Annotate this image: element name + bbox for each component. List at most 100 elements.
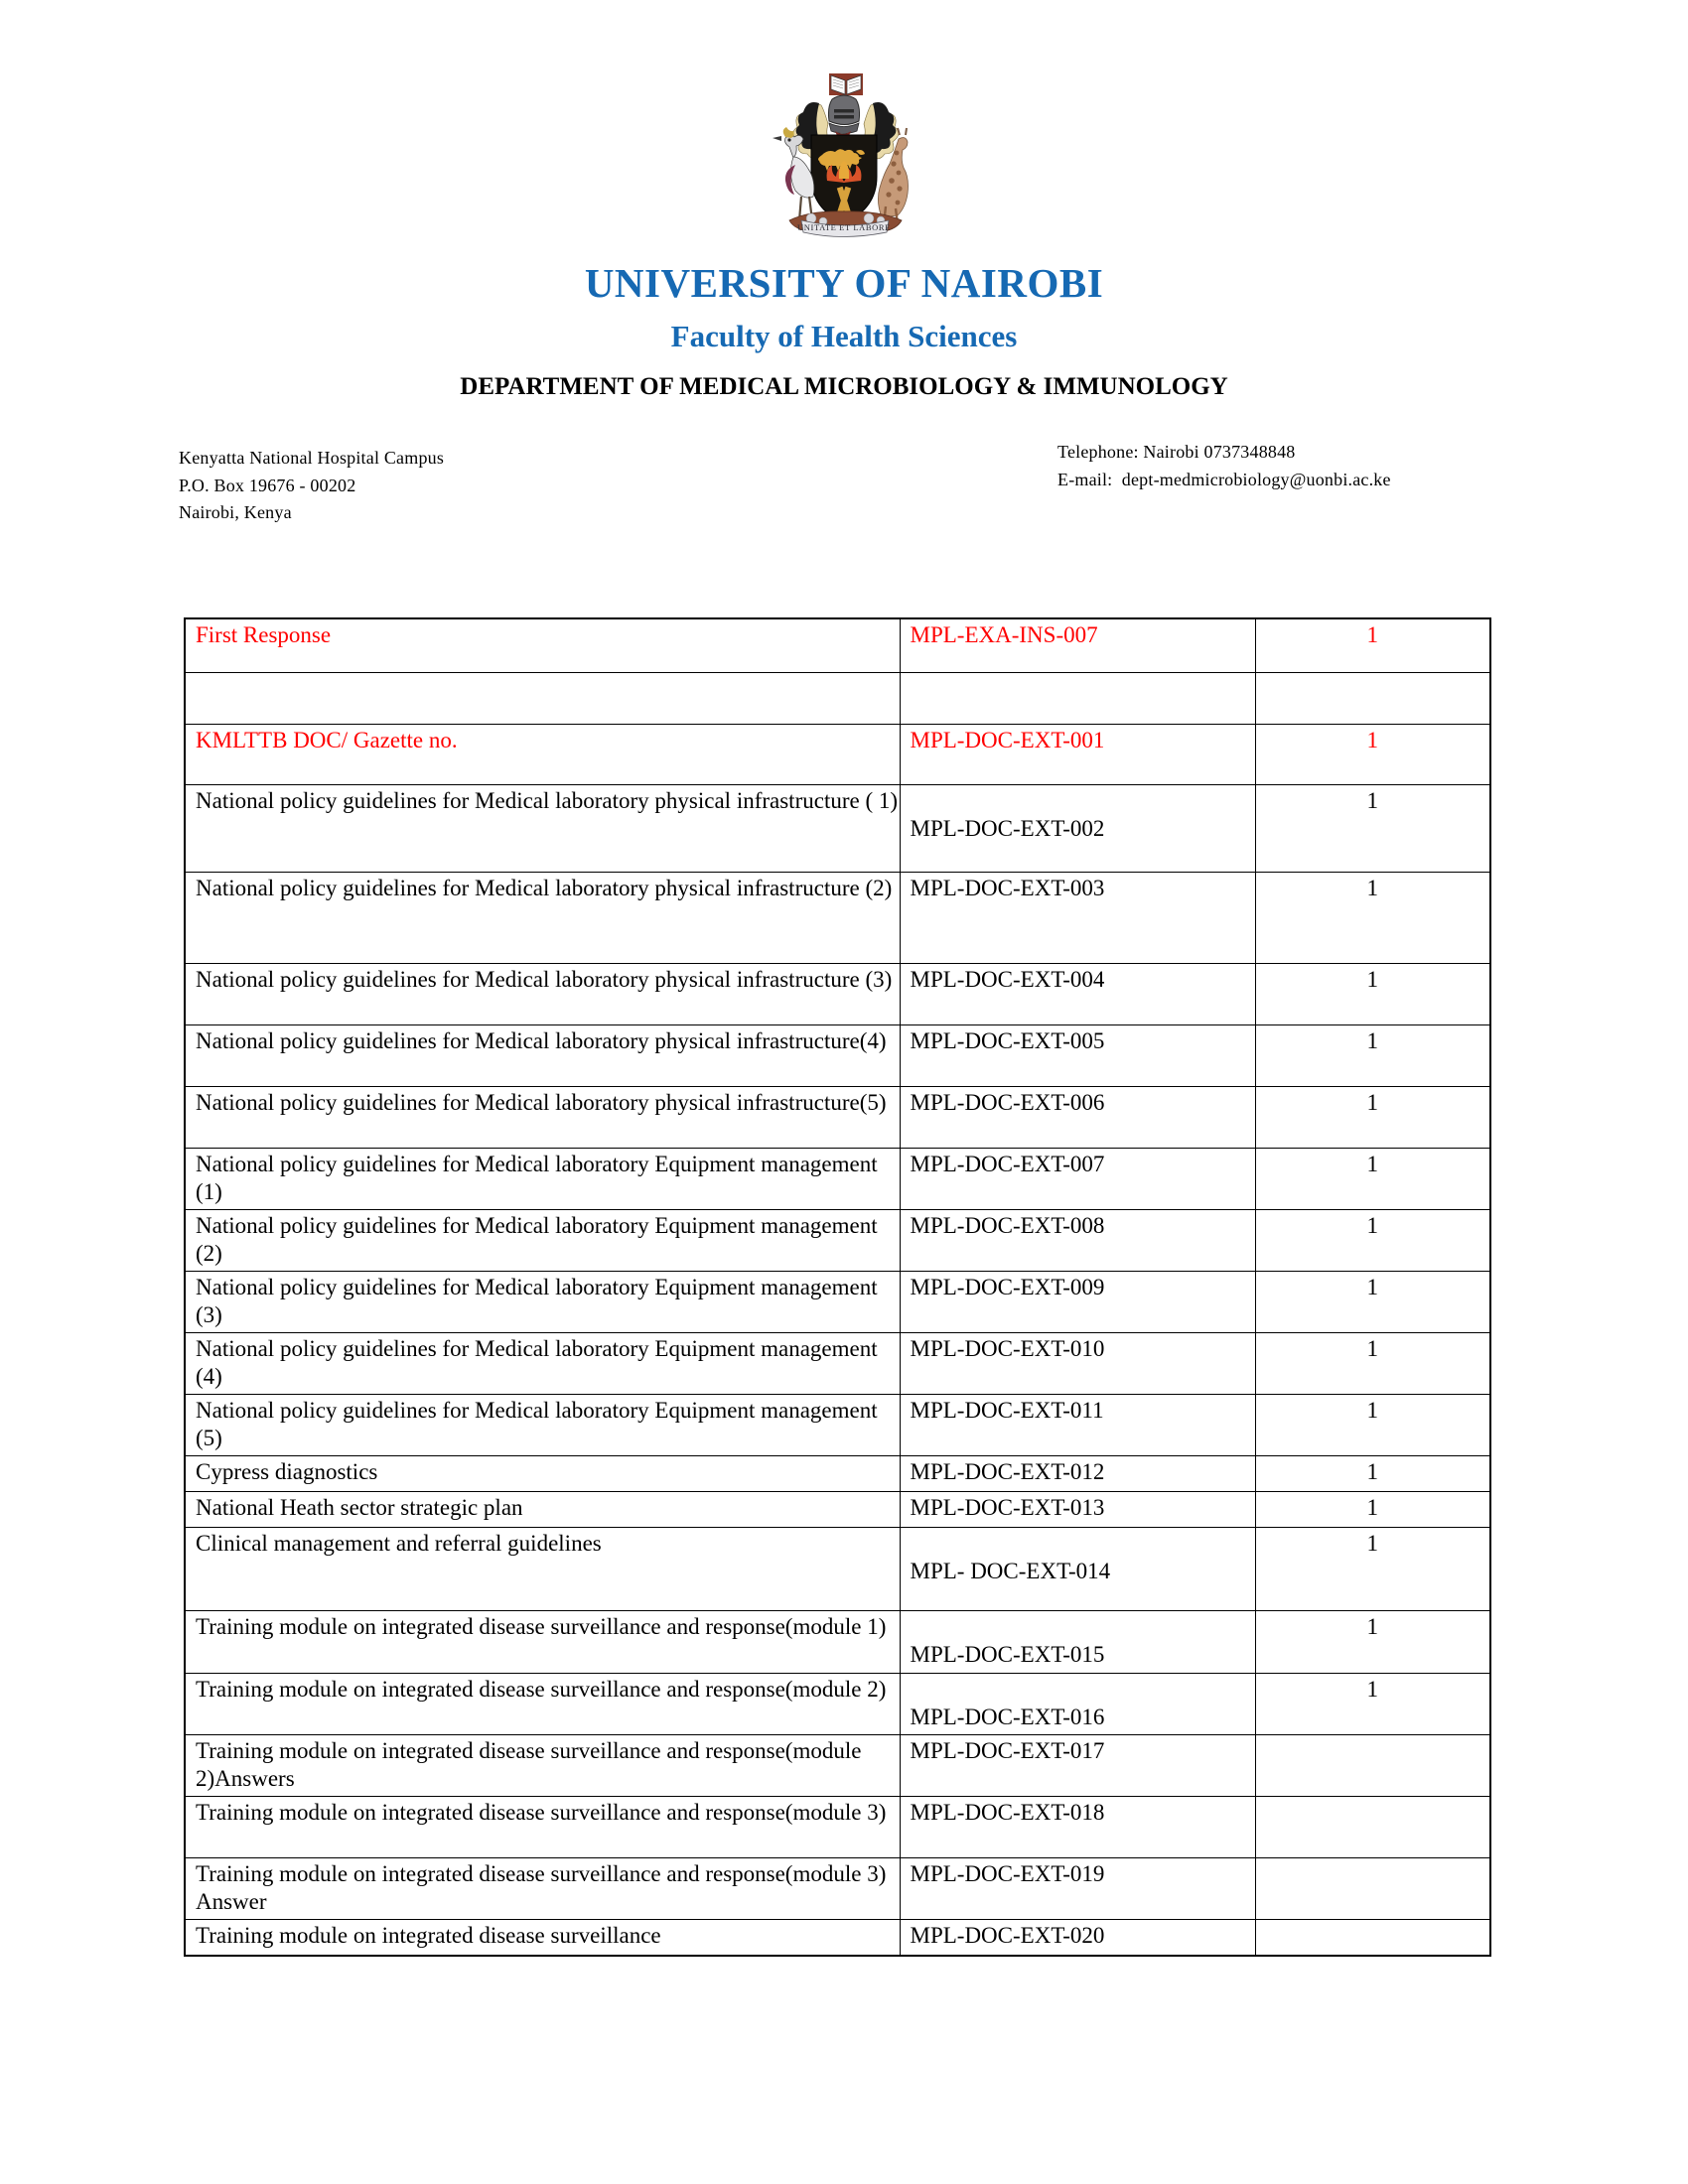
table-row: National policy guidelines for Medical l… xyxy=(184,1024,1491,1087)
document-code-cell: MPL-DOC-EXT-019 xyxy=(899,1856,1256,1920)
document-register-table-container: First Response MPL-EXA-INS-007 1 KMLTTB DOC… xyxy=(184,617,1491,1957)
document-code-text: MPL-DOC-EXT-015 xyxy=(910,1642,1105,1668)
document-title-cell: National policy guidelines for Medical l… xyxy=(184,1209,901,1273)
document-code-cell: MPL-EXA-INS-007 xyxy=(899,617,1256,673)
document-code-cell: MPL-DOC-EXT-017 xyxy=(899,1733,1256,1797)
table-row: National policy guidelines for Medical l… xyxy=(184,784,1491,873)
quantity-cell xyxy=(1254,1795,1491,1858)
document-code-cell: MPL-DOC-EXT-013 xyxy=(899,1491,1256,1529)
document-code-cell: MPL-DOC-EXT-018 xyxy=(899,1795,1256,1858)
document-code-text: MPL- DOC-EXT-014 xyxy=(910,1559,1111,1584)
table-row: Training module on integrated disease su… xyxy=(184,1918,1491,1957)
document-title-cell: National policy guidelines for Medical l… xyxy=(184,1332,901,1396)
document-title-cell: Training module on integrated disease su… xyxy=(184,1856,901,1920)
cell-spacer xyxy=(911,1613,1255,1641)
document-title-cell: Training module on integrated disease su… xyxy=(184,1672,901,1735)
document-title-cell: Training module on integrated disease su… xyxy=(184,1610,901,1674)
faculty-title: Faculty of Health Sciences xyxy=(670,319,1018,354)
quantity-cell: 1 xyxy=(1254,1209,1491,1273)
document-code-cell xyxy=(899,672,1256,725)
email-line: E-mail: dept-medmicrobiology@uonbi.ac.ke xyxy=(1057,469,1391,489)
university-crest-icon: UNITATE ET LABORE xyxy=(773,73,909,237)
university-title: UNIVERSITY OF NAIROBI xyxy=(584,260,1104,306)
quantity-cell: 1 xyxy=(1254,1271,1491,1334)
table-row: National policy guidelines for Medical l… xyxy=(184,1147,1491,1211)
document-code-cell: MPL-DOC-EXT-001 xyxy=(899,724,1256,785)
document-title-cell: National policy guidelines for Medical l… xyxy=(184,1024,901,1087)
document-code-cell: MPL-DOC-EXT-016 xyxy=(899,1672,1256,1735)
table-row: National Heath sector strategic plan MPL-… xyxy=(184,1491,1491,1529)
postal-address: Kenyatta National Hospital Campus P.O. B… xyxy=(179,445,444,528)
table-row xyxy=(184,672,1491,725)
document-code-cell: MPL-DOC-EXT-012 xyxy=(899,1455,1256,1493)
quantity-cell: 1 xyxy=(1254,963,1491,1025)
quantity-cell: 1 xyxy=(1254,1672,1491,1735)
telephone-line: Telephone: Nairobi 0737348848 xyxy=(1057,441,1296,462)
department-title: DEPARTMENT OF MEDICAL MICROBIOLOGY & IMM… xyxy=(460,373,1228,401)
quantity-cell: 1 xyxy=(1254,1332,1491,1396)
document-register-body: First Response MPL-EXA-INS-007 1 KMLTTB DOC… xyxy=(184,617,1491,1957)
document-code-cell: MPL-DOC-EXT-007 xyxy=(899,1147,1256,1211)
document-title-cell: Training module on integrated disease su… xyxy=(184,1733,901,1797)
contact-details: Telephone: Nairobi 0737348848 E-mail: de… xyxy=(1057,439,1391,494)
document-title-cell: Training module on integrated disease su… xyxy=(184,1918,901,1957)
cell-spacer xyxy=(911,787,1255,815)
table-row: Cypress diagnostics MPL-DOC-EXT-012 1 xyxy=(184,1455,1491,1493)
quantity-cell xyxy=(1254,672,1491,725)
address-line-2: P.O. Box 19676 - 00202 xyxy=(179,475,356,495)
quantity-cell: 1 xyxy=(1254,872,1491,964)
table-row: National policy guidelines for Medical l… xyxy=(184,1271,1491,1334)
table-row: Training module on integrated disease su… xyxy=(184,1610,1491,1674)
document-title-cell: National policy guidelines for Medical l… xyxy=(184,1394,901,1457)
document-code-cell: MPL-DOC-EXT-011 xyxy=(899,1394,1256,1457)
document-title-cell: Training module on integrated disease su… xyxy=(184,1795,901,1858)
table-row: National policy guidelines for Medical l… xyxy=(184,1394,1491,1457)
quantity-cell: 1 xyxy=(1254,1394,1491,1457)
table-row: KMLTTB DOC/ Gazette no. MPL-DOC-EXT-001 1 xyxy=(184,724,1491,785)
document-title-cell: National Heath sector strategic plan xyxy=(184,1491,901,1529)
table-row: National policy guidelines for Medical l… xyxy=(184,963,1491,1025)
table-row: First Response MPL-EXA-INS-007 1 xyxy=(184,617,1491,673)
table-row: National policy guidelines for Medical l… xyxy=(184,1086,1491,1149)
contact-block: Kenyatta National Hospital Campus P.O. B… xyxy=(0,442,1688,549)
quantity-cell xyxy=(1254,1856,1491,1920)
table-row: National policy guidelines for Medical l… xyxy=(184,872,1491,964)
table-row: Clinical management and referral guideli… xyxy=(184,1527,1491,1612)
quantity-cell: 1 xyxy=(1254,1491,1491,1529)
crest-container: UNITATE ET LABORE xyxy=(0,0,1688,243)
quantity-cell: 1 xyxy=(1254,1086,1491,1149)
document-title-cell: National policy guidelines for Medical l… xyxy=(184,1147,901,1211)
quantity-cell: 1 xyxy=(1254,1024,1491,1087)
table-row: Training module on integrated disease su… xyxy=(184,1795,1491,1858)
document-code-text: MPL-DOC-EXT-016 xyxy=(910,1704,1105,1729)
quantity-cell xyxy=(1254,1733,1491,1797)
quantity-cell: 1 xyxy=(1254,1610,1491,1674)
table-row: National policy guidelines for Medical l… xyxy=(184,1209,1491,1273)
document-title-cell xyxy=(184,672,901,725)
document-title-cell: Clinical management and referral guideli… xyxy=(184,1527,901,1612)
document-page: UNITATE ET LABORE UNIVERSITY OF NAIROBI … xyxy=(0,0,1688,2184)
table-row: Training module on integrated disease su… xyxy=(184,1856,1491,1920)
document-title-cell: National policy guidelines for Medical l… xyxy=(184,1086,901,1149)
quantity-cell: 1 xyxy=(1254,724,1491,785)
document-title-cell: Cypress diagnostics xyxy=(184,1455,901,1493)
table-row: National policy guidelines for Medical l… xyxy=(184,1332,1491,1396)
quantity-cell: 1 xyxy=(1254,1147,1491,1211)
quantity-cell: 1 xyxy=(1254,784,1491,873)
document-register-table: First Response MPL-EXA-INS-007 1 KMLTTB DOC… xyxy=(184,617,1491,1957)
document-title-cell: National policy guidelines for Medical l… xyxy=(184,872,901,964)
svg-text:UNITATE ET LABORE: UNITATE ET LABORE xyxy=(797,222,891,232)
quantity-cell: 1 xyxy=(1254,1455,1491,1493)
document-code-text: MPL-DOC-EXT-002 xyxy=(910,816,1105,841)
cell-spacer xyxy=(911,1676,1255,1704)
table-row: Training module on integrated disease su… xyxy=(184,1672,1491,1735)
document-code-cell: MPL-DOC-EXT-006 xyxy=(899,1086,1256,1149)
document-title-cell: National policy guidelines for Medical l… xyxy=(184,784,901,873)
document-code-cell: MPL-DOC-EXT-003 xyxy=(899,872,1256,964)
quantity-cell: 1 xyxy=(1254,1527,1491,1612)
document-code-cell: MPL-DOC-EXT-004 xyxy=(899,963,1256,1025)
document-title-cell: National policy guidelines for Medical l… xyxy=(184,963,901,1025)
document-code-cell: MPL-DOC-EXT-009 xyxy=(899,1271,1256,1334)
document-code-cell: MPL-DOC-EXT-008 xyxy=(899,1209,1256,1273)
document-title-cell: KMLTTB DOC/ Gazette no. xyxy=(184,724,901,785)
